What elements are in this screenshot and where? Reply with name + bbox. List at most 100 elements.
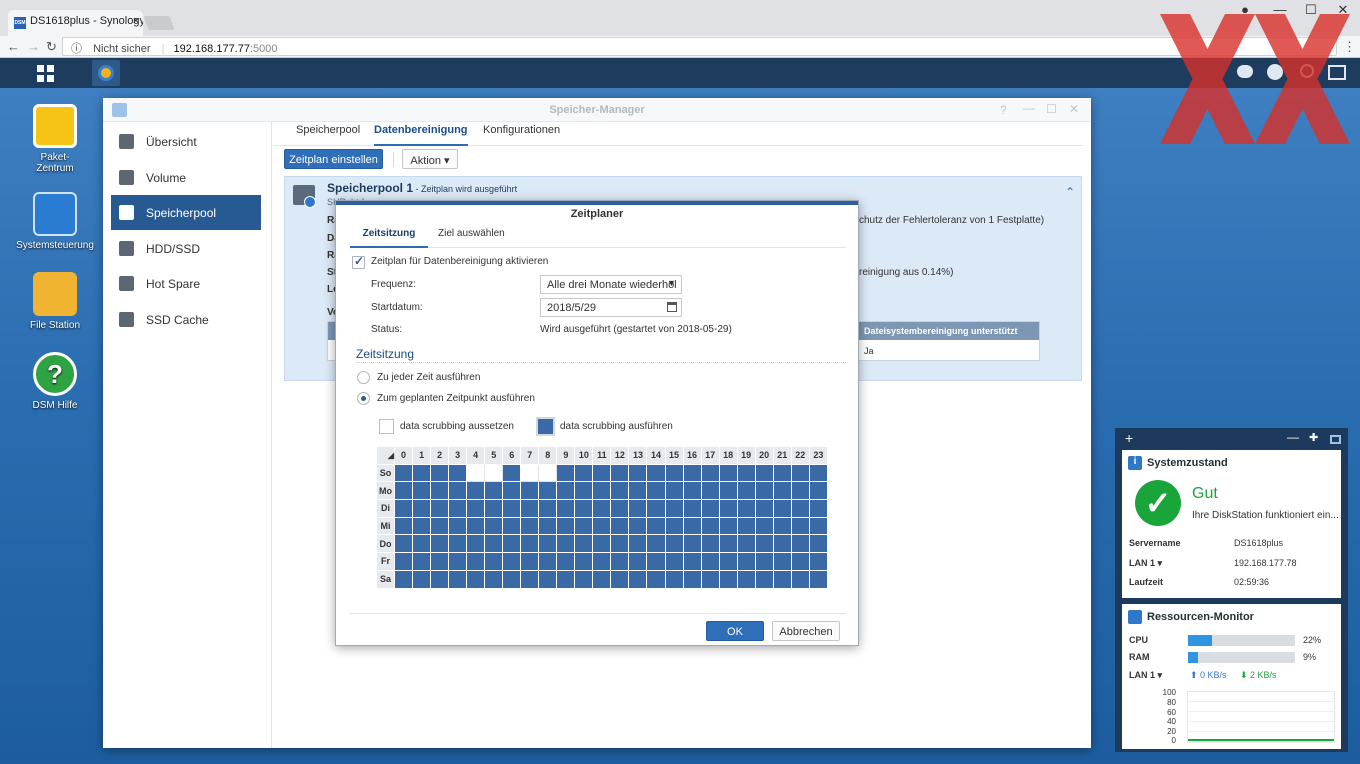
schedule-slot[interactable] [736,481,756,501]
desktop-icon-file-station[interactable]: File Station [10,272,100,331]
schedule-slot[interactable] [412,516,432,536]
schedule-slot[interactable] [610,516,630,536]
schedule-slot[interactable] [718,569,738,589]
close-window-app-icon[interactable]: ✕ [1069,102,1079,116]
maximize-window-icon[interactable]: ☐ [1046,102,1057,116]
grid-hour-header[interactable]: 20 [754,446,774,465]
schedule-slot[interactable] [574,499,594,518]
schedule-slot[interactable] [574,552,594,571]
lan-label[interactable]: LAN 1 ▾ [1129,670,1162,681]
schedule-slot[interactable] [466,499,486,518]
schedule-slot[interactable] [592,516,612,536]
schedule-slot[interactable] [790,516,810,536]
schedule-slot[interactable] [628,463,648,483]
grid-hour-header[interactable]: 0 [394,446,414,465]
radio-scheduled[interactable] [357,392,370,405]
schedule-slot[interactable] [772,569,792,589]
grid-hour-header[interactable]: 3 [448,446,468,465]
schedule-slot[interactable] [466,516,486,536]
schedule-slot[interactable] [502,499,522,518]
enable-schedule-checkbox[interactable]: ✓ [352,254,365,269]
schedule-slot[interactable] [736,569,756,589]
schedule-slot[interactable] [394,534,414,554]
schedule-slot[interactable] [628,552,648,571]
cancel-button[interactable]: Abbrechen [772,621,840,641]
schedule-slot[interactable] [592,552,612,571]
grid-day-header[interactable]: Mi [375,516,396,536]
schedule-slot[interactable] [790,569,810,589]
schedule-slot[interactable] [574,534,594,554]
schedule-slot[interactable] [700,569,720,589]
desktop-icon-control-panel[interactable]: Systemsteuerung [10,192,100,251]
schedule-slot[interactable] [718,552,738,571]
schedule-slot[interactable] [412,499,432,518]
grid-hour-header[interactable]: 9 [556,446,576,465]
minimize-window-icon[interactable]: — [1023,101,1035,115]
schedule-slot[interactable] [610,569,630,589]
schedule-slot[interactable] [520,499,540,518]
schedule-slot[interactable] [538,552,558,571]
schedule-slot[interactable] [664,499,684,518]
schedule-slot[interactable] [466,552,486,571]
grid-hour-header[interactable]: 8 [538,446,558,465]
grid-hour-header[interactable]: 10 [574,446,594,465]
schedule-slot[interactable] [484,463,504,483]
forward-icon[interactable]: → [27,39,40,54]
schedule-slot[interactable] [574,516,594,536]
schedule-slot[interactable] [754,569,774,589]
grid-hour-header[interactable]: 23 [808,446,829,465]
schedule-slot[interactable] [484,552,504,571]
set-schedule-button[interactable]: Zeitplan einstellen [284,149,383,169]
schedule-slot[interactable] [520,552,540,571]
schedule-slot[interactable] [538,463,558,483]
schedule-slot[interactable] [448,569,468,589]
schedule-slot[interactable] [664,463,684,483]
tab-storage-pool[interactable]: Speicherpool [296,122,360,146]
schedule-slot[interactable] [394,481,414,501]
schedule-slot[interactable] [700,499,720,518]
schedule-slot[interactable] [682,499,702,518]
grid-hour-header[interactable]: 14 [646,446,666,465]
desktop-icon-dsm-help[interactable]: ? DSM Hilfe [10,352,100,411]
schedule-slot[interactable] [394,463,414,483]
schedule-slot[interactable] [646,534,666,554]
tab-data-scrubbing[interactable]: Datenbereinigung [374,122,468,146]
schedule-slot[interactable] [556,516,576,536]
schedule-slot[interactable] [502,481,522,501]
schedule-slot[interactable] [754,552,774,571]
schedule-slot[interactable] [502,516,522,536]
main-menu-icon[interactable] [37,65,54,82]
schedule-slot[interactable] [772,552,792,571]
grid-hour-header[interactable]: 6 [502,446,522,465]
schedule-slot[interactable] [772,516,792,536]
schedule-slot[interactable] [520,516,540,536]
schedule-slot[interactable] [682,481,702,501]
schedule-slot[interactable] [412,552,432,571]
schedule-slot[interactable] [754,499,774,518]
schedule-slot[interactable] [700,463,720,483]
pin-icon[interactable]: ✚ [1309,431,1318,444]
schedule-slot[interactable] [700,516,720,536]
schedule-slot[interactable] [736,552,756,571]
schedule-slot[interactable] [484,516,504,536]
widget-settings-icon[interactable] [1330,435,1341,444]
schedule-slot[interactable] [772,463,792,483]
schedule-slot[interactable] [412,481,432,501]
sidebar-item-volume[interactable]: Volume [111,160,261,195]
schedule-slot[interactable] [538,481,558,501]
grid-hour-header[interactable]: 2 [430,446,450,465]
grid-day-header[interactable]: Do [375,534,396,554]
schedule-slot[interactable] [718,499,738,518]
grid-hour-header[interactable]: 17 [700,446,720,465]
schedule-slot[interactable] [592,481,612,501]
grid-day-header[interactable]: Di [375,499,396,518]
chevron-down-icon[interactable]: ▼ [667,278,676,288]
schedule-slot[interactable] [610,481,630,501]
schedule-slot[interactable] [610,463,630,483]
schedule-slot[interactable] [466,569,486,589]
schedule-slot[interactable] [448,552,468,571]
schedule-slot[interactable] [556,499,576,518]
calendar-icon[interactable] [667,302,677,312]
lan-label[interactable]: LAN 1 ▾ [1129,558,1162,569]
schedule-slot[interactable] [808,481,829,501]
